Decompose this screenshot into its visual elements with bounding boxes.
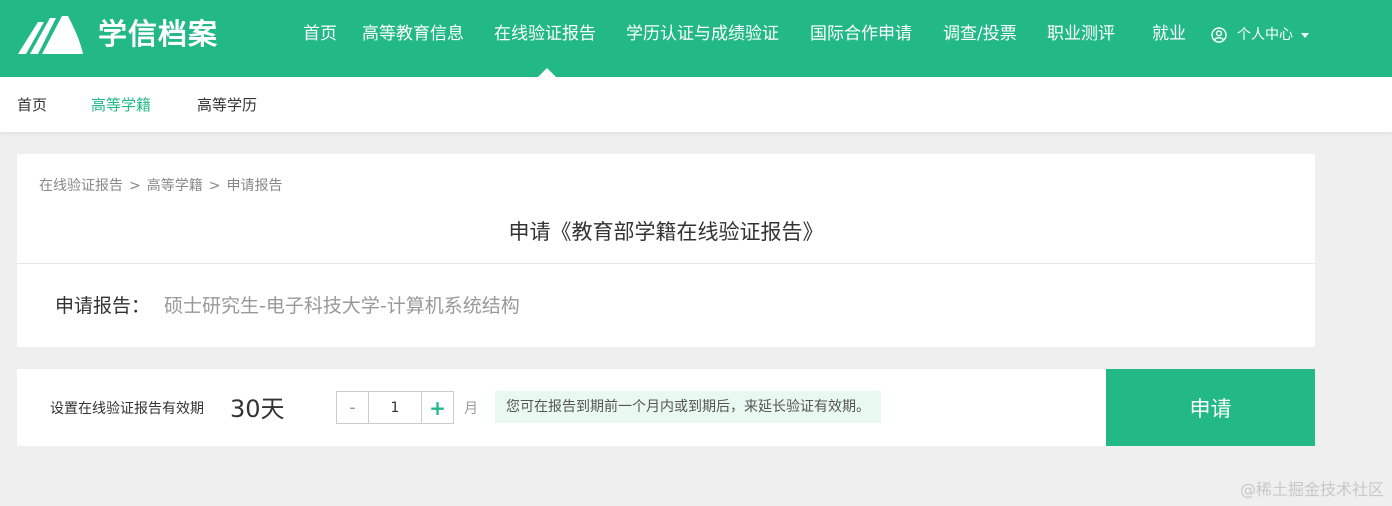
logo-text: 学信档案 (98, 17, 219, 51)
validity-days: 30天 (230, 395, 285, 423)
months-unit: 月 (464, 401, 478, 417)
validity-card: 设置在线验证报告有效期 30天 - + 月 您可在报告到期前一个月内或到期后，来… (17, 369, 1315, 446)
report-info-card: 在线验证报告 > 高等学籍 > 申请报告 申请《教育部学籍在线验证报告》 申请报… (17, 154, 1315, 347)
logo-icon (18, 16, 83, 54)
increment-button[interactable]: + (421, 391, 454, 424)
breadcrumb-item-current: 申请报告 (226, 178, 283, 194)
months-input[interactable] (369, 391, 421, 424)
breadcrumb: 在线验证报告 > 高等学籍 > 申请报告 (39, 176, 282, 196)
chevron-down-icon (1301, 32, 1309, 38)
subnav-higher-enrollment[interactable]: 高等学籍 (91, 94, 151, 116)
divider (17, 263, 1315, 264)
breadcrumb-separator: > (208, 178, 221, 194)
subnav-higher-degree[interactable]: 高等学历 (197, 94, 257, 116)
breadcrumb-item-online-report[interactable]: 在线验证报告 (39, 176, 123, 196)
nav-home[interactable]: 首页 (303, 22, 337, 46)
months-stepper: - + (336, 391, 454, 424)
report-value: 硕士研究生-电子科技大学-计算机系统结构 (164, 295, 520, 317)
watermark: @稀土掘金技术社区 (1239, 480, 1384, 499)
user-center-menu[interactable]: 个人中心 (1211, 25, 1309, 45)
nav-international-cooperation[interactable]: 国际合作申请 (810, 22, 912, 46)
nav-higher-education-info[interactable]: 高等教育信息 (362, 22, 464, 46)
user-icon (1211, 27, 1227, 43)
nav-degree-certification[interactable]: 学历认证与成绩验证 (626, 22, 779, 46)
sub-navbar: 首页 高等学籍 高等学历 (0, 77, 1392, 132)
subnav-home[interactable]: 首页 (17, 94, 47, 116)
validity-hint: 您可在报告到期前一个月内或到期后，来延长验证有效期。 (495, 391, 881, 423)
top-navbar: 学信档案 首页 高等教育信息 在线验证报告 学历认证与成绩验证 国际合作申请 调… (0, 0, 1392, 77)
validity-label: 设置在线验证报告有效期 (50, 401, 204, 417)
nav-career-assessment[interactable]: 职业测评 (1047, 22, 1115, 46)
nav-employment[interactable]: 就业 (1152, 22, 1186, 46)
page-title: 申请《教育部学籍在线验证报告》 (508, 220, 824, 244)
nav-survey-vote[interactable]: 调查/投票 (943, 22, 1017, 46)
breadcrumb-separator: > (129, 178, 141, 194)
report-label: 申请报告： (55, 295, 151, 317)
decrement-button[interactable]: - (336, 391, 369, 424)
active-nav-indicator (538, 68, 556, 77)
logo[interactable]: 学信档案 (16, 12, 218, 56)
apply-button[interactable]: 申请 (1106, 369, 1315, 446)
report-row: 申请报告： 硕士研究生-电子科技大学-计算机系统结构 (55, 291, 520, 321)
nav-online-verification-report[interactable]: 在线验证报告 (494, 22, 596, 46)
breadcrumb-item-higher-enrollment[interactable]: 高等学籍 (147, 176, 203, 196)
user-center-label: 个人中心 (1237, 27, 1293, 43)
